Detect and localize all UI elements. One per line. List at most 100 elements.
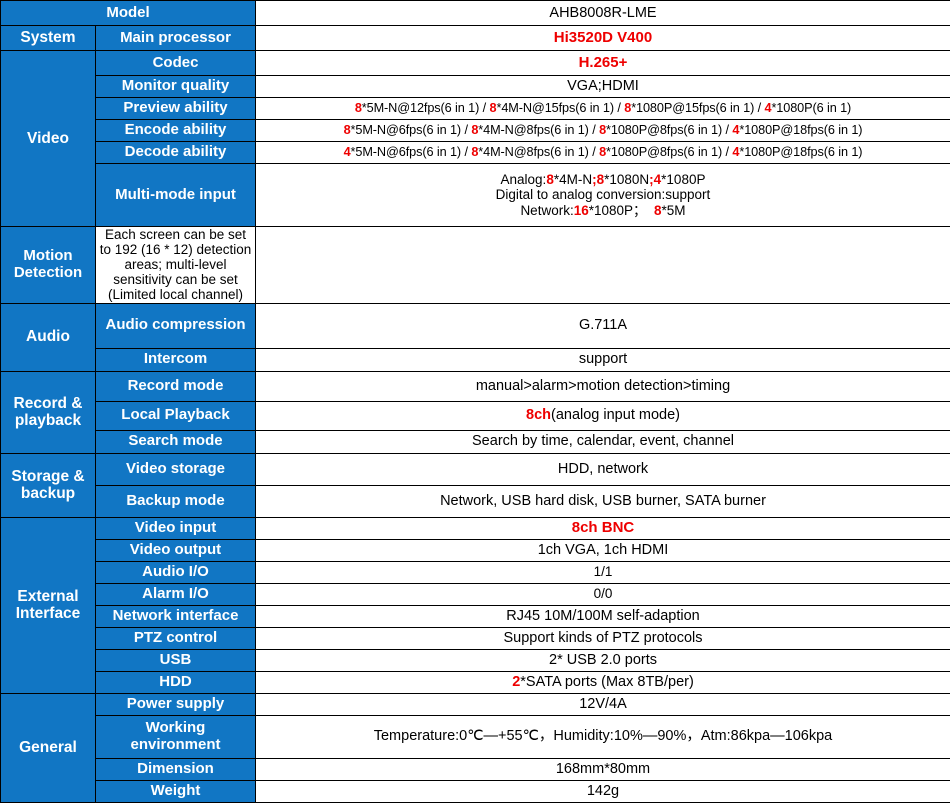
line3-red2: 8 (654, 203, 662, 218)
row-value-audio-compression: G.711A (256, 303, 950, 348)
row-value-multi-mode-input: Analog:8*4M-N;8*1080N;4*1080P Digital to… (256, 164, 950, 227)
row-label-encode-ability: Encode ability (96, 120, 256, 142)
multi-mode-line-1: Analog:8*4M-N;8*1080N;4*1080P (259, 172, 947, 187)
table-row-record-mode: Record & playback Record mode manual>ala… (1, 371, 950, 401)
row-label-decode-ability: Decode ability (96, 142, 256, 164)
table-row-monitor-quality: Monitor quality VGA;HDMI (1, 76, 950, 98)
row-label-main-processor: Main processor (96, 26, 256, 51)
seg-black: *1080P@8fps(6 in 1) / (606, 123, 732, 137)
row-value-audio-io: 1/1 (256, 561, 950, 583)
line1-mid1: *4M-N (554, 172, 592, 187)
row-label-motion-detection: Motion Detection (1, 227, 96, 304)
row-label-search-mode: Search mode (96, 430, 256, 453)
line3-end: *5M (662, 203, 686, 218)
seg-black: *5M-N@12fps(6 in 1) / (362, 101, 490, 115)
table-row-audio-io: Audio I/O 1/1 (1, 561, 950, 583)
row-label-video-output: Video output (96, 539, 256, 561)
table-row-multi-mode-input: Multi-mode input Analog:8*4M-N;8*1080N;4… (1, 164, 950, 227)
row-label-alarm-io: Alarm I/O (96, 583, 256, 605)
table-row-alarm-io: Alarm I/O 0/0 (1, 583, 950, 605)
row-label-local-playback: Local Playback (96, 401, 256, 430)
multi-mode-line-3: Network:16*1080P； 8*5M (259, 203, 947, 218)
category-system: System (1, 26, 96, 51)
row-label-record-mode: Record mode (96, 371, 256, 401)
table-row-codec: Video Codec H.265+ (1, 51, 950, 76)
table-row-hdd: HDD 2*SATA ports (Max 8TB/per) (1, 671, 950, 693)
row-label-backup-mode: Backup mode (96, 485, 256, 517)
main-processor-text: Hi3520D V400 (554, 29, 652, 46)
row-value-preview-ability: 8*5M-N@12fps(6 in 1) / 8*4M-N@15fps(6 in… (256, 98, 950, 120)
line1-mid2: *1080N (604, 172, 649, 187)
row-value-power-supply: 12V/4A (256, 693, 950, 715)
table-row-search-mode: Search mode Search by time, calendar, ev… (1, 430, 950, 453)
table-row-video-input: External Interface Video input 8ch BNC (1, 517, 950, 539)
seg-red: 8 (344, 123, 351, 137)
table-row-main-processor: System Main processor Hi3520D V400 (1, 26, 950, 51)
seg-black: *1080P@8fps(6 in 1) / (606, 145, 732, 159)
row-value-encode-ability: 8*5M-N@6fps(6 in 1) / 8*4M-N@8fps(6 in 1… (256, 120, 950, 142)
table-row-model: Model AHB8008R-LME (1, 1, 950, 26)
local-playback-black: (analog input mode) (551, 407, 680, 423)
seg-black: *5M-N@6fps(6 in 1) / (351, 145, 472, 159)
row-label-hdd: HDD (96, 671, 256, 693)
row-value-weight: 142g (256, 780, 950, 802)
seg-black: *4M-N@15fps(6 in 1) / (496, 101, 624, 115)
table-row-encode-ability: Encode ability 8*5M-N@6fps(6 in 1) / 8*4… (1, 120, 950, 142)
table-row-ptz-control: PTZ control Support kinds of PTZ protoco… (1, 627, 950, 649)
row-label-power-supply: Power supply (96, 693, 256, 715)
seg-red: 8 (599, 123, 606, 137)
table-row-intercom: Intercom support (1, 348, 950, 371)
table-row-local-playback: Local Playback 8ch(analog input mode) (1, 401, 950, 430)
row-value-monitor-quality: VGA;HDMI (256, 76, 950, 98)
line1-red2: 8 (597, 172, 605, 187)
video-input-text: 8ch BNC (572, 519, 635, 536)
multi-mode-line-2: Digital to analog conversion:support (259, 187, 947, 202)
row-label-monitor-quality: Monitor quality (96, 76, 256, 98)
seg-black: *1080P@18fps(6 in 1) (739, 145, 862, 159)
row-label-codec: Codec (96, 51, 256, 76)
line1-red1: 8 (546, 172, 554, 187)
row-label-model: Model (1, 1, 256, 26)
seg-red: 8 (355, 101, 362, 115)
row-value-alarm-io: 0/0 (256, 583, 950, 605)
category-storage-backup: Storage & backup (1, 453, 96, 517)
row-label-audio-io: Audio I/O (96, 561, 256, 583)
seg-red: 8 (599, 145, 606, 159)
table-row-usb: USB 2* USB 2.0 ports (1, 649, 950, 671)
table-row-backup-mode: Backup mode Network, USB hard disk, USB … (1, 485, 950, 517)
table-row-preview-ability: Preview ability 8*5M-N@12fps(6 in 1) / 8… (1, 98, 950, 120)
seg-black: *1080P@15fps(6 in 1) / (631, 101, 764, 115)
line3-prefix: Network: (520, 203, 573, 218)
row-value-record-mode: manual>alarm>motion detection>timing (256, 371, 950, 401)
seg-black: *4M-N@8fps(6 in 1) / (478, 123, 599, 137)
seg-red: 4 (344, 145, 351, 159)
row-label-dimension: Dimension (96, 758, 256, 780)
hdd-black: *SATA ports (Max 8TB/per) (520, 674, 694, 690)
row-value-usb: 2* USB 2.0 ports (256, 649, 950, 671)
table-row-video-storage: Storage & backup Video storage HDD, netw… (1, 453, 950, 485)
row-label-video-storage: Video storage (96, 453, 256, 485)
seg-black: *1080P(6 in 1) (771, 101, 851, 115)
row-value-video-input: 8ch BNC (256, 517, 950, 539)
table-row-power-supply: General Power supply 12V/4A (1, 693, 950, 715)
line3-mid: *1080P； (589, 203, 654, 218)
table-row-dimension: Dimension 168mm*80mm (1, 758, 950, 780)
table-row-motion-detection: Motion Detection Each screen can be set … (1, 227, 950, 304)
row-value-search-mode: Search by time, calendar, event, channel (256, 430, 950, 453)
category-external-interface: External Interface (1, 517, 96, 693)
row-value-decode-ability: 4*5M-N@6fps(6 in 1) / 8*4M-N@8fps(6 in 1… (256, 142, 950, 164)
row-value-dimension: 168mm*80mm (256, 758, 950, 780)
table-row-working-environment: Working environment Temperature:0℃—+55℃，… (1, 715, 950, 758)
table-row-decode-ability: Decode ability 4*5M-N@6fps(6 in 1) / 8*4… (1, 142, 950, 164)
category-general: General (1, 693, 96, 802)
row-value-intercom: support (256, 348, 950, 371)
local-playback-red: 8ch (526, 407, 551, 423)
row-label-usb: USB (96, 649, 256, 671)
row-value-ptz-control: Support kinds of PTZ protocols (256, 627, 950, 649)
row-value-main-processor: Hi3520D V400 (256, 26, 950, 51)
row-value-local-playback: 8ch(analog input mode) (256, 401, 950, 430)
specification-table: Model AHB8008R-LME System Main processor… (0, 0, 950, 803)
row-value-backup-mode: Network, USB hard disk, USB burner, SATA… (256, 485, 950, 517)
table-row-audio-compression: Audio Audio compression G.711A (1, 303, 950, 348)
category-audio: Audio (1, 303, 96, 371)
